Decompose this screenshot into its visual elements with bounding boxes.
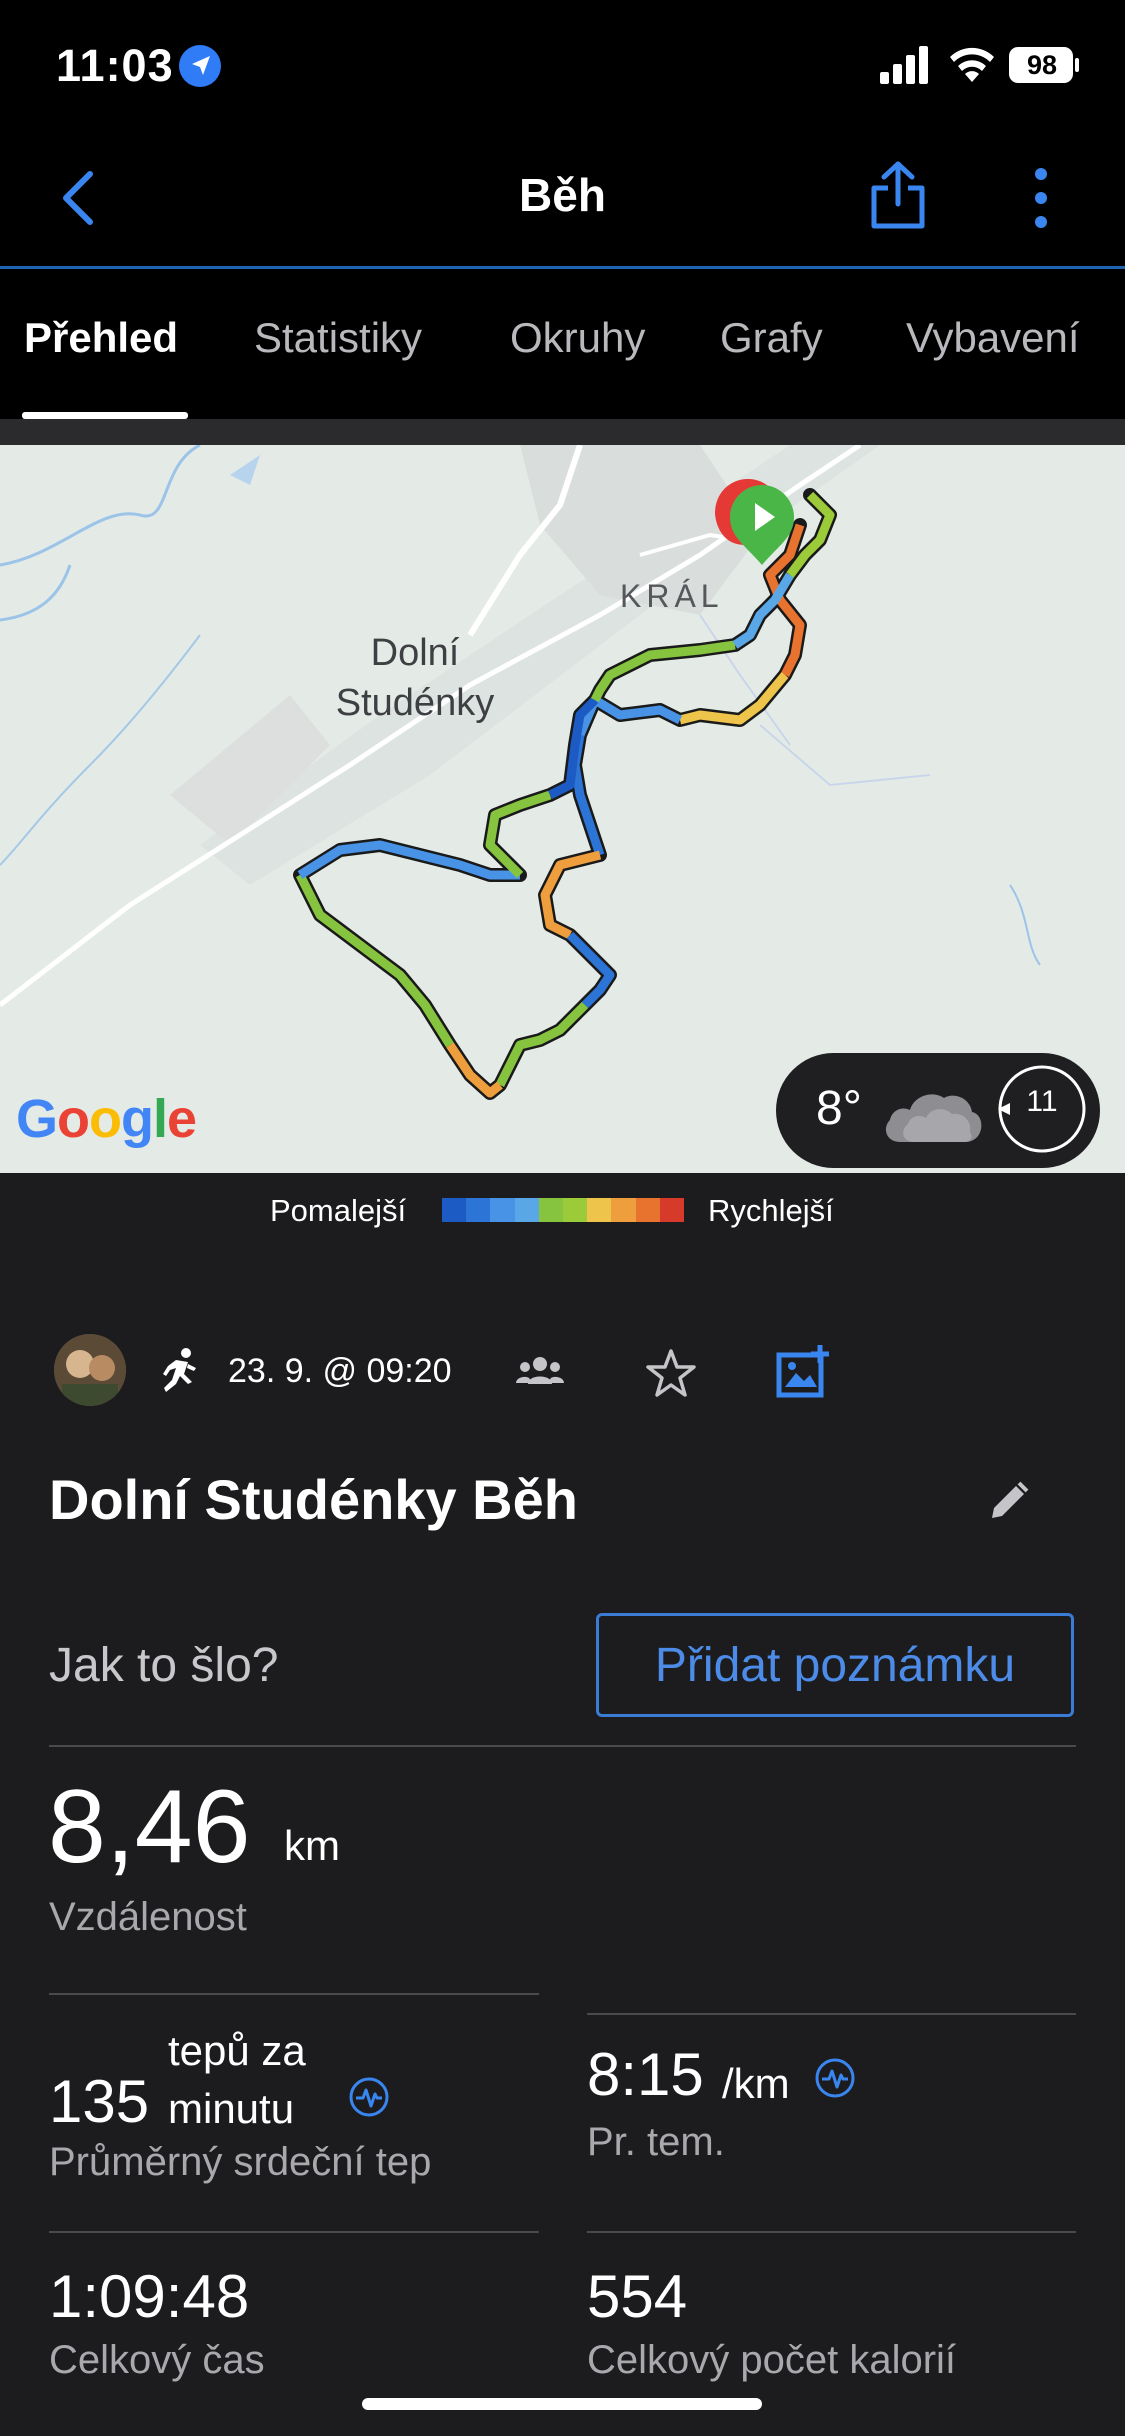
total-time-label: Celkový čas xyxy=(49,2338,265,2382)
scale-step xyxy=(611,1198,636,1222)
heart-rate-label: Průměrný srdeční tep xyxy=(49,2140,432,2184)
calories-value: 554 xyxy=(587,2263,688,2330)
distance-unit: km xyxy=(284,1822,340,1869)
divider xyxy=(49,1745,1076,1747)
tab-overview[interactable]: Přehled xyxy=(24,314,178,362)
cellular-signal-icon xyxy=(880,46,928,84)
total-time-value: 1:09:48 xyxy=(49,2263,250,2330)
scale-step xyxy=(659,1198,685,1222)
tab-charts[interactable]: Grafy xyxy=(720,314,823,362)
pace-unit: /km xyxy=(722,2060,790,2107)
legend-faster-label: Rychlejší xyxy=(708,1193,834,1228)
divider xyxy=(587,2231,1076,2233)
running-icon xyxy=(163,1348,196,1392)
scale-step xyxy=(466,1198,491,1222)
distance-label: Vzdálenost xyxy=(49,1895,247,1939)
scale-step xyxy=(563,1198,588,1222)
activity-date: 23. 9. @ 09:20 xyxy=(228,1352,452,1390)
avatar[interactable] xyxy=(54,1334,126,1406)
battery-level: 98 xyxy=(1026,50,1058,80)
scale-step xyxy=(635,1198,660,1222)
page-title: Běh xyxy=(519,169,606,221)
more-options-icon[interactable] xyxy=(1030,166,1052,230)
scale-step xyxy=(538,1198,564,1222)
scale-step xyxy=(442,1198,467,1222)
scale-step xyxy=(587,1198,612,1222)
cloud-icon xyxy=(885,1094,982,1142)
edit-pencil-icon[interactable] xyxy=(988,1480,1030,1522)
map-label-town-line1: Dolní xyxy=(370,632,460,674)
scale-step xyxy=(490,1198,515,1222)
tab-statistics[interactable]: Statistiky xyxy=(254,314,422,362)
map-label-town-line2: Studénky xyxy=(335,682,495,724)
home-indicator xyxy=(362,2398,762,2410)
favorite-star-icon[interactable] xyxy=(644,1347,698,1399)
group-icon[interactable] xyxy=(516,1354,564,1390)
divider xyxy=(49,1993,539,1995)
pace-value: 8:15 xyxy=(587,2041,704,2108)
activity-title: Dolní Studénky Běh xyxy=(49,1468,578,1531)
avatar-image xyxy=(54,1334,126,1406)
share-icon[interactable] xyxy=(870,160,926,230)
tab-gear[interactable]: Vybavení xyxy=(906,314,1080,362)
calories-label: Celkový počet kalorií xyxy=(587,2338,957,2382)
section-divider xyxy=(0,419,1125,445)
pace-sensor-icon xyxy=(815,2058,855,2098)
google-logo: Google xyxy=(16,1089,197,1149)
add-note-button[interactable]: Přidat poznámku xyxy=(596,1613,1074,1717)
status-time: 11:03 xyxy=(56,40,174,91)
active-tab-indicator xyxy=(22,412,188,419)
distance-value: 8,46 xyxy=(48,1769,251,1885)
wifi-icon xyxy=(950,47,994,82)
wind-speed: 11 xyxy=(1026,1085,1058,1118)
heart-rate-unit-line1: tepů za xyxy=(168,2027,306,2074)
feedback-prompt: Jak to šlo? xyxy=(49,1639,279,1692)
weather-temperature: 8° xyxy=(816,1082,862,1135)
add-photo-icon[interactable] xyxy=(776,1343,832,1399)
tab-laps[interactable]: Okruhy xyxy=(510,314,645,362)
heart-rate-unit: tepů za minutu xyxy=(168,2022,306,2138)
heart-rate-value: 135 xyxy=(49,2068,150,2135)
map-label-town: Dolní Studénky xyxy=(300,628,530,728)
heart-rate-sensor-icon xyxy=(349,2077,389,2117)
legend-slower-label: Pomalejší xyxy=(270,1193,407,1228)
map-label-village: KRÁL xyxy=(620,578,724,614)
divider xyxy=(49,2231,539,2233)
pace-label: Pr. tem. xyxy=(587,2120,725,2164)
heart-rate-unit-line2: minutu xyxy=(168,2085,295,2132)
location-arrow-icon xyxy=(179,45,221,87)
scale-step xyxy=(514,1198,539,1222)
pace-color-scale xyxy=(442,1198,685,1222)
divider xyxy=(587,2013,1076,2015)
